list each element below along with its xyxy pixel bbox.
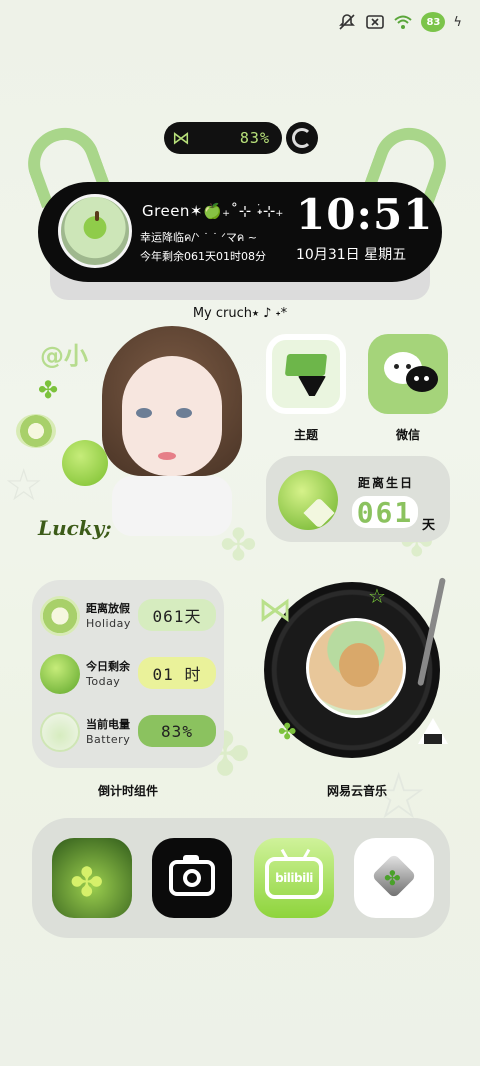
capsule-title: Green✶🍏₊˚⊹ ࣪˖⊹₊: [142, 202, 284, 220]
camera-app-button[interactable]: [152, 838, 232, 918]
music-widget-label: 网易云音乐: [326, 784, 387, 798]
paint-brush-icon: [284, 352, 328, 396]
countdown-row-holiday: 距离放假 Holiday 061天: [40, 594, 218, 640]
girl-portrait-image[interactable]: [92, 326, 252, 546]
row-value: 01 时: [138, 657, 216, 689]
clover-icon: ✤: [38, 376, 59, 404]
clock-time: 10:51: [296, 190, 434, 239]
bow-icon: ⋈: [258, 590, 292, 630]
bilibili-icon: bilibili: [265, 848, 323, 899]
wechat-app-label: 微信: [395, 428, 420, 442]
green-apple-icon: [62, 440, 108, 486]
bilibili-text: bilibili: [275, 871, 313, 885]
battery-icon: 83: [421, 12, 446, 32]
birthday-unit: 天: [422, 518, 436, 533]
charging-icon: ϟ: [453, 14, 462, 30]
theme-app-label: 主题: [293, 428, 318, 442]
clover-icon: ✤: [278, 720, 297, 745]
row-value: 83%: [138, 715, 216, 747]
green-apple-icon: [40, 654, 80, 694]
birthday-title: 距离生日: [358, 476, 415, 490]
battery-pill-widget[interactable]: ⋈ 83%: [164, 122, 282, 154]
capsule-subtitle: 幸运降临ค/ᐠ ˙ ˙ ᐟマค ~: [140, 231, 257, 244]
drink-cup-icon: [40, 712, 80, 752]
camera-icon: [169, 855, 215, 896]
clover-photo-app-button[interactable]: ✤: [52, 838, 132, 918]
clock-capsule-widget[interactable]: Green✶🍏₊˚⊹ ࣪˖⊹₊ 幸运降临ค/ᐠ ˙ ˙ ᐟマค ~ 今年剩余06…: [38, 182, 442, 282]
wechat-bubble: [406, 366, 438, 392]
apple-heart-icon: [278, 470, 338, 530]
album-art-image: [306, 618, 406, 718]
heart-clover-app-button[interactable]: ✤: [354, 838, 434, 918]
clock-date: 10月31日 星期五: [296, 247, 407, 263]
wifi-icon: [393, 12, 413, 32]
row-title: 当前电量: [86, 718, 130, 731]
mute-icon: [337, 12, 357, 32]
battery-ring-icon: [286, 122, 318, 154]
green-apple-avatar: [58, 194, 132, 268]
birthday-days: 061: [352, 496, 418, 529]
sim-icon: [365, 12, 385, 32]
onigiri-band: [424, 734, 442, 744]
heart-clover-icon: ✤: [370, 853, 418, 900]
bow-icon: ⋈: [172, 127, 190, 149]
bg-star-decoration: ☆: [4, 460, 44, 511]
star-icon: ☆: [368, 584, 386, 608]
countdown-widget-label: 倒计时组件: [97, 784, 158, 798]
row-subtitle: Today: [86, 675, 121, 688]
clover-icon: ✤: [70, 860, 104, 906]
countdown-row-battery: 当前电量 Battery 83%: [40, 710, 218, 756]
wechat-app-button[interactable]: [368, 334, 448, 414]
row-title: 距离放假: [86, 602, 130, 615]
handle-text: @小: [40, 342, 88, 370]
bilibili-app-button[interactable]: bilibili: [254, 838, 334, 918]
birthday-countdown-widget[interactable]: 距离生日 061 天: [266, 456, 450, 542]
theme-app-button[interactable]: [266, 334, 346, 414]
countdown-row-today: 今日剩余 Today 01 时: [40, 652, 218, 698]
countdown-widget[interactable]: 距离放假 Holiday 061天 今日剩余 Today 01 时 当前电量 B…: [32, 580, 224, 768]
capsule-remaining: 今年剩余061天01时08分: [140, 250, 266, 263]
crush-caption: My cruch⭑ ♪ ˖*: [192, 306, 288, 321]
cake-roll-icon: [16, 414, 56, 448]
row-title: 今日剩余: [86, 660, 130, 673]
cake-roll-icon: [40, 596, 80, 636]
lucky-text: Lucky;: [38, 516, 112, 540]
row-subtitle: Holiday: [86, 617, 131, 630]
dock: ✤ bilibili ✤: [32, 818, 450, 938]
status-bar: 83 ϟ: [337, 10, 462, 34]
row-value: 061天: [138, 599, 216, 631]
battery-percent: 83%: [239, 129, 270, 147]
row-subtitle: Battery: [86, 733, 131, 746]
